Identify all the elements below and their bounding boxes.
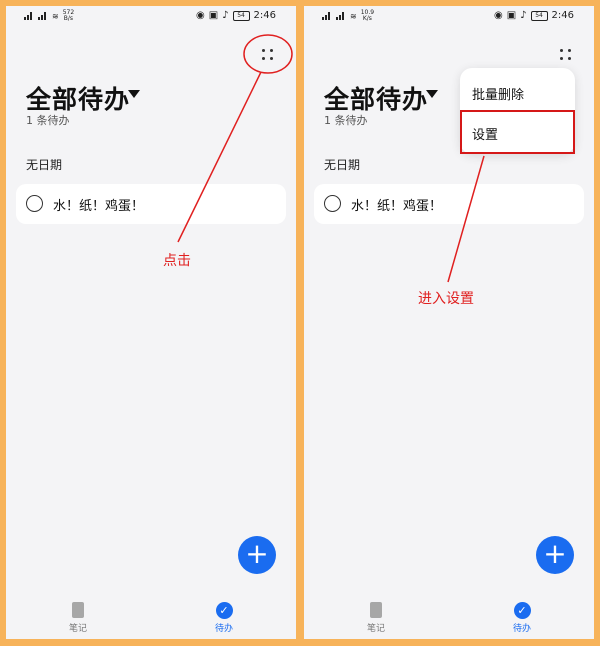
eye-icon: ◉ (493, 10, 503, 21)
add-todo-button[interactable]: + (238, 536, 276, 574)
annotation-text: 点击 (163, 253, 191, 269)
nav-todo[interactable]: ✓ 待办 (204, 602, 244, 634)
nav-notes[interactable]: 笔记 (356, 602, 396, 634)
wifi-icon: ≋ (350, 11, 357, 21)
eye-icon: ◉ (195, 10, 205, 21)
signal-icon (38, 12, 48, 20)
dropdown-triangle-icon[interactable] (426, 90, 438, 98)
bottom-nav: 笔记 ✓ 待办 (304, 596, 594, 639)
todo-count: 1 条待办 (26, 114, 70, 127)
section-header: 无日期 (324, 158, 361, 172)
annotation-text: 进入设置 (418, 291, 474, 307)
todo-text: 水！纸！鸡蛋！ (53, 199, 145, 214)
todo-item[interactable]: 水！纸！鸡蛋！ (314, 184, 584, 224)
battery-icon: 54 (232, 10, 250, 21)
status-bar: ≋ 10.9 K/s ◉ ▣ ♪ 54 2:46 (304, 6, 594, 28)
dropdown-triangle-icon[interactable] (128, 90, 140, 98)
check-icon: ✓ (513, 602, 531, 619)
signal-icon (322, 12, 332, 20)
nav-todo[interactable]: ✓ 待办 (502, 602, 542, 634)
nav-todo-label: 待办 (214, 624, 233, 634)
screen-left: ≋ 572 B/s ◉ ▣ ♪ 54 2:46 全部待办 1 条待办 无日期 水… (6, 6, 296, 639)
checkbox-circle-icon[interactable] (324, 195, 341, 212)
clock: 2:46 (253, 10, 276, 21)
checkbox-circle-icon[interactable] (26, 195, 43, 212)
highlight-rectangle (460, 110, 575, 154)
menu-item-batch-delete[interactable]: 批量删除 (460, 74, 575, 112)
vibrate-icon: ▣ (208, 10, 219, 21)
nav-notes-label: 笔记 (366, 624, 385, 634)
todo-count: 1 条待办 (324, 114, 368, 127)
todo-text: 水！纸！鸡蛋！ (351, 199, 443, 214)
net-speed: 10.9 K/s (360, 9, 375, 22)
page-title[interactable]: 全部待办 (26, 80, 130, 116)
battery-icon: 54 (530, 10, 548, 21)
nav-notes-label: 笔记 (68, 624, 87, 634)
screen-right: ≋ 10.9 K/s ◉ ▣ ♪ 54 2:46 全部待办 1 条待办 无日期 … (304, 6, 594, 639)
section-header: 无日期 (26, 158, 63, 172)
wifi-icon: ≋ (52, 11, 59, 21)
page-title[interactable]: 全部待办 (324, 80, 428, 116)
clock: 2:46 (551, 10, 574, 21)
check-icon: ✓ (215, 602, 233, 619)
more-options-button[interactable] (253, 39, 283, 69)
add-todo-button[interactable]: + (536, 536, 574, 574)
bottom-nav: 笔记 ✓ 待办 (6, 596, 296, 639)
signal-icon (336, 12, 346, 20)
signal-icon (24, 12, 34, 20)
note-icon (72, 602, 84, 618)
net-speed: 572 B/s (62, 9, 75, 22)
vibrate-icon: ▣ (506, 10, 517, 21)
menu-item-label: 批量删除 (472, 88, 525, 103)
mute-icon: ♪ (222, 10, 229, 21)
note-icon (370, 602, 382, 618)
mute-icon: ♪ (520, 10, 527, 21)
more-options-button[interactable] (551, 39, 581, 69)
status-bar: ≋ 572 B/s ◉ ▣ ♪ 54 2:46 (6, 6, 296, 28)
nav-notes[interactable]: 笔记 (58, 602, 98, 634)
nav-todo-label: 待办 (512, 624, 531, 634)
todo-item[interactable]: 水！纸！鸡蛋！ (16, 184, 286, 224)
